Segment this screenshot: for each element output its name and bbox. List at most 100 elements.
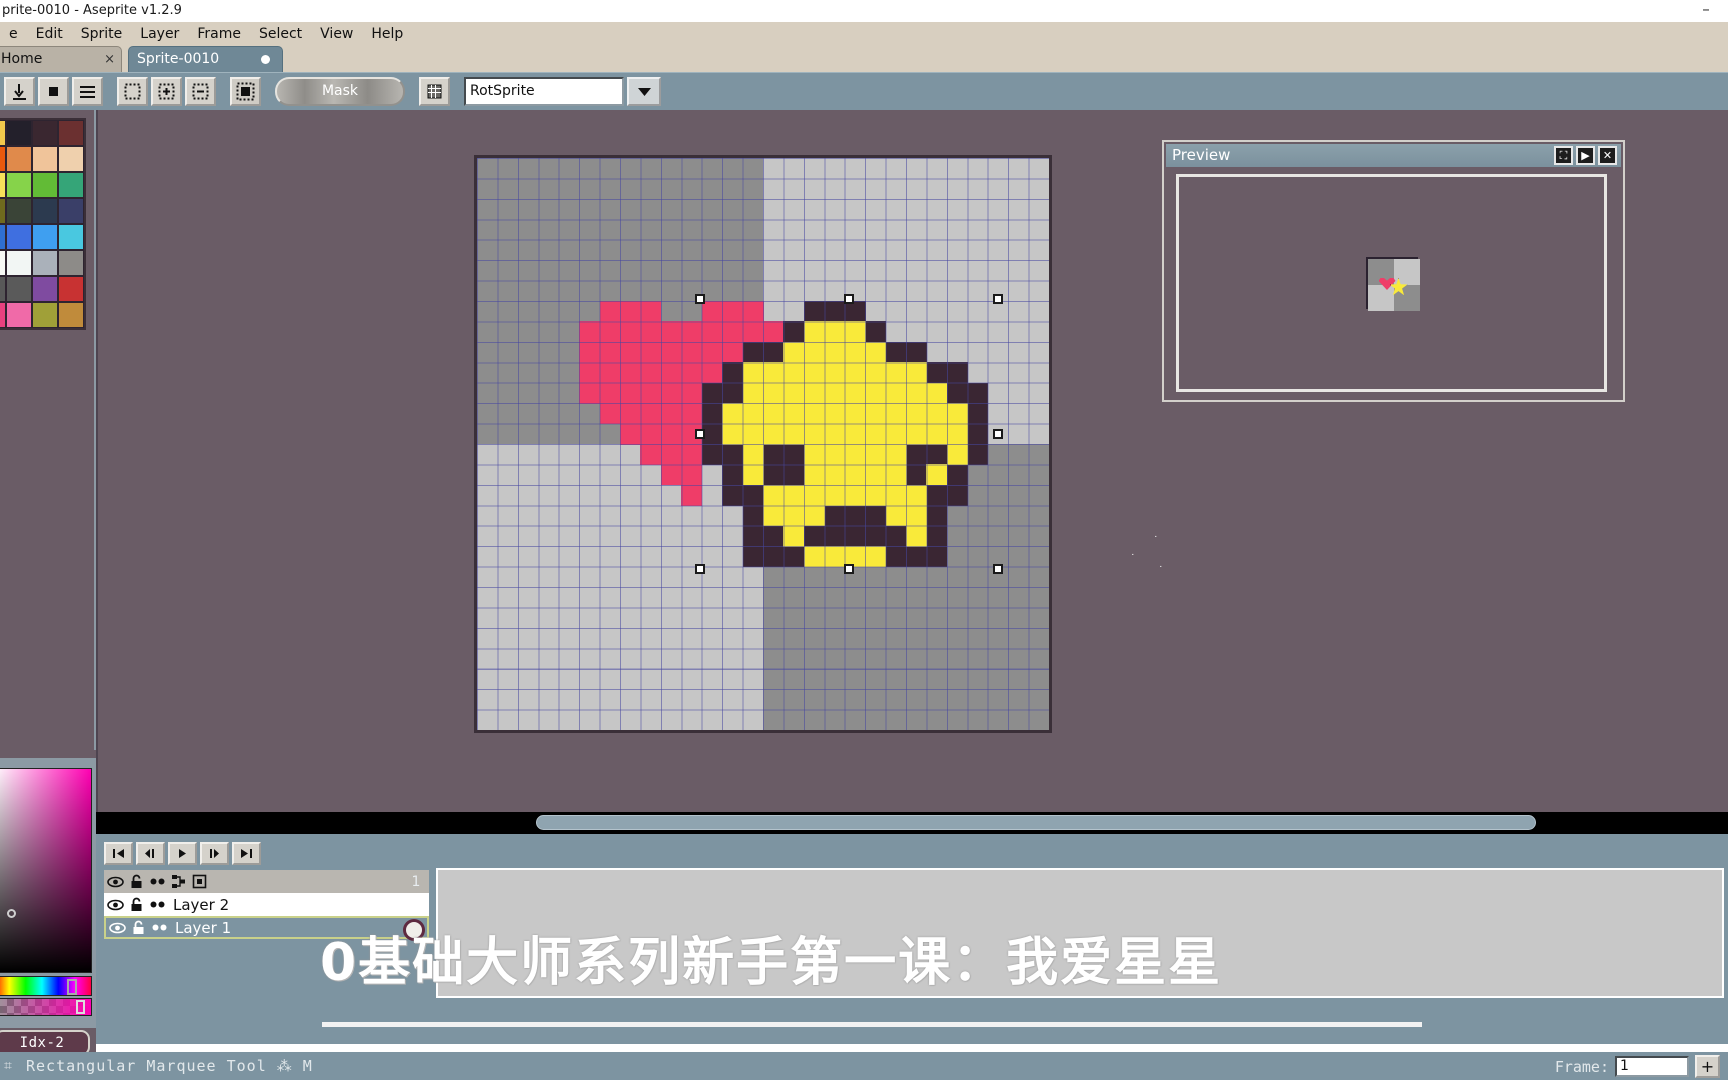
menu-edit[interactable]: Edit (27, 24, 72, 44)
mask-slider-button[interactable]: Mask (275, 77, 405, 106)
star-fill-pixel (763, 484, 785, 506)
color-palette[interactable] (0, 118, 86, 330)
selection-handle[interactable] (993, 563, 1003, 574)
mask-label: Mask (321, 83, 359, 99)
marquee-intersect-icon-button[interactable] (230, 77, 261, 106)
marquee-subtract-icon-button[interactable] (185, 77, 216, 106)
selection-handle[interactable] (843, 563, 854, 574)
tab-sprite-0010[interactable]: Sprite-0010 (128, 46, 283, 72)
palette-swatch[interactable] (58, 172, 84, 198)
pixel-grid-icon-button[interactable] (419, 77, 450, 106)
palette-swatch[interactable] (32, 172, 58, 198)
palette-swatch[interactable] (58, 224, 84, 250)
heart-pixel (660, 423, 682, 445)
palette-swatch[interactable] (6, 302, 32, 328)
selection-handle[interactable] (993, 428, 1003, 439)
palette-swatch[interactable] (58, 276, 84, 302)
preview-window[interactable]: Preview ⛶ ▶ ✕ (1162, 140, 1625, 402)
heart-pixel (599, 341, 621, 363)
palette-swatch[interactable] (6, 224, 32, 250)
palette-swatch[interactable] (6, 250, 32, 276)
add-frame-button[interactable]: + (1695, 1055, 1720, 1078)
heart-pixel (640, 341, 662, 363)
selection-handle[interactable] (694, 428, 705, 439)
star-fill-pixel (722, 403, 744, 425)
go-last-frame-button[interactable] (232, 842, 261, 865)
next-frame-button[interactable] (200, 842, 229, 865)
selection-handle[interactable] (843, 294, 854, 304)
palette-swatch[interactable] (6, 198, 32, 224)
horizontal-scrollbar[interactable] (96, 812, 1728, 834)
minimize-button[interactable]: – (1694, 0, 1718, 22)
close-icon[interactable]: ✕ (1598, 146, 1617, 165)
star-outline-pixel (722, 362, 744, 384)
menu-help[interactable]: Help (362, 24, 412, 44)
filled-square-icon-button[interactable] (38, 77, 69, 106)
layer-cel[interactable] (402, 893, 430, 916)
tab-home[interactable]: Home × (0, 46, 122, 72)
lock-icon[interactable] (127, 872, 146, 891)
palette-swatch[interactable] (58, 250, 84, 276)
palette-swatch[interactable] (32, 146, 58, 172)
frame-number-input[interactable]: 1 (1615, 1056, 1689, 1077)
menu-frame[interactable]: Frame (188, 24, 250, 44)
hue-slider[interactable] (0, 976, 92, 996)
horizontal-scrollbar-thumb[interactable] (536, 815, 1536, 830)
palette-swatch[interactable] (32, 302, 58, 328)
arrow-down-icon-button[interactable] (4, 77, 35, 106)
sprite-canvas[interactable] (474, 155, 1052, 733)
selection-handle[interactable] (694, 563, 705, 574)
saturation-value-area[interactable] (0, 768, 92, 973)
chevron-down-icon[interactable] (627, 77, 661, 106)
menu-file[interactable]: e (0, 24, 27, 44)
star-fill-pixel (946, 444, 968, 466)
marquee-replace-icon-button[interactable] (117, 77, 148, 106)
palette-swatch[interactable] (6, 172, 32, 198)
continuous-icon[interactable] (150, 918, 169, 937)
expand-icon[interactable]: ⛶ (1554, 146, 1573, 165)
menu-sprite[interactable]: Sprite (72, 24, 132, 44)
layer-row-layer-2[interactable]: Layer 2 (104, 893, 429, 916)
selection-handle[interactable] (993, 294, 1003, 304)
palette-swatch[interactable] (32, 198, 58, 224)
cursor-tick-3-icon: ˙ (1130, 552, 1136, 565)
menu-select[interactable]: Select (250, 24, 311, 44)
star-outline-pixel (885, 341, 907, 363)
alpha-slider[interactable] (0, 998, 92, 1016)
onion-skin-icon[interactable] (190, 872, 209, 891)
continuous-icon[interactable] (148, 872, 167, 891)
palette-swatch[interactable] (32, 250, 58, 276)
blend-mode-icon[interactable] (169, 872, 188, 891)
star-fill-pixel (763, 382, 785, 404)
play-icon[interactable]: ▶ (1576, 146, 1595, 165)
palette-swatch[interactable] (6, 120, 32, 146)
play-button[interactable] (168, 842, 197, 865)
marquee-add-icon-button[interactable] (151, 77, 182, 106)
palette-swatch[interactable] (58, 198, 84, 224)
eye-icon[interactable] (108, 918, 127, 937)
palette-swatch[interactable] (6, 276, 32, 302)
menu-view[interactable]: View (311, 24, 362, 44)
palette-swatch[interactable] (58, 146, 84, 172)
hamburger-menu-icon-button[interactable] (72, 77, 103, 106)
palette-swatch[interactable] (58, 302, 84, 328)
menu-layer[interactable]: Layer (131, 24, 188, 44)
selection-handle[interactable] (694, 294, 705, 304)
star-fill-pixel (885, 403, 907, 425)
palette-swatch[interactable] (32, 224, 58, 250)
lock-icon[interactable] (127, 895, 146, 914)
palette-swatch[interactable] (32, 120, 58, 146)
previous-frame-button[interactable] (136, 842, 165, 865)
go-first-frame-button[interactable] (104, 842, 133, 865)
star-fill-pixel (803, 382, 825, 404)
star-outline-pixel (967, 444, 989, 466)
lock-icon[interactable] (129, 918, 148, 937)
eye-icon[interactable] (106, 872, 125, 891)
palette-swatch[interactable] (58, 120, 84, 146)
rotation-algorithm-select[interactable]: RotSprite (464, 77, 624, 106)
palette-swatch[interactable] (32, 276, 58, 302)
eye-icon[interactable] (106, 895, 125, 914)
tab-home-close-icon[interactable]: × (104, 47, 115, 72)
palette-swatch[interactable] (6, 146, 32, 172)
continuous-icon[interactable] (148, 895, 167, 914)
